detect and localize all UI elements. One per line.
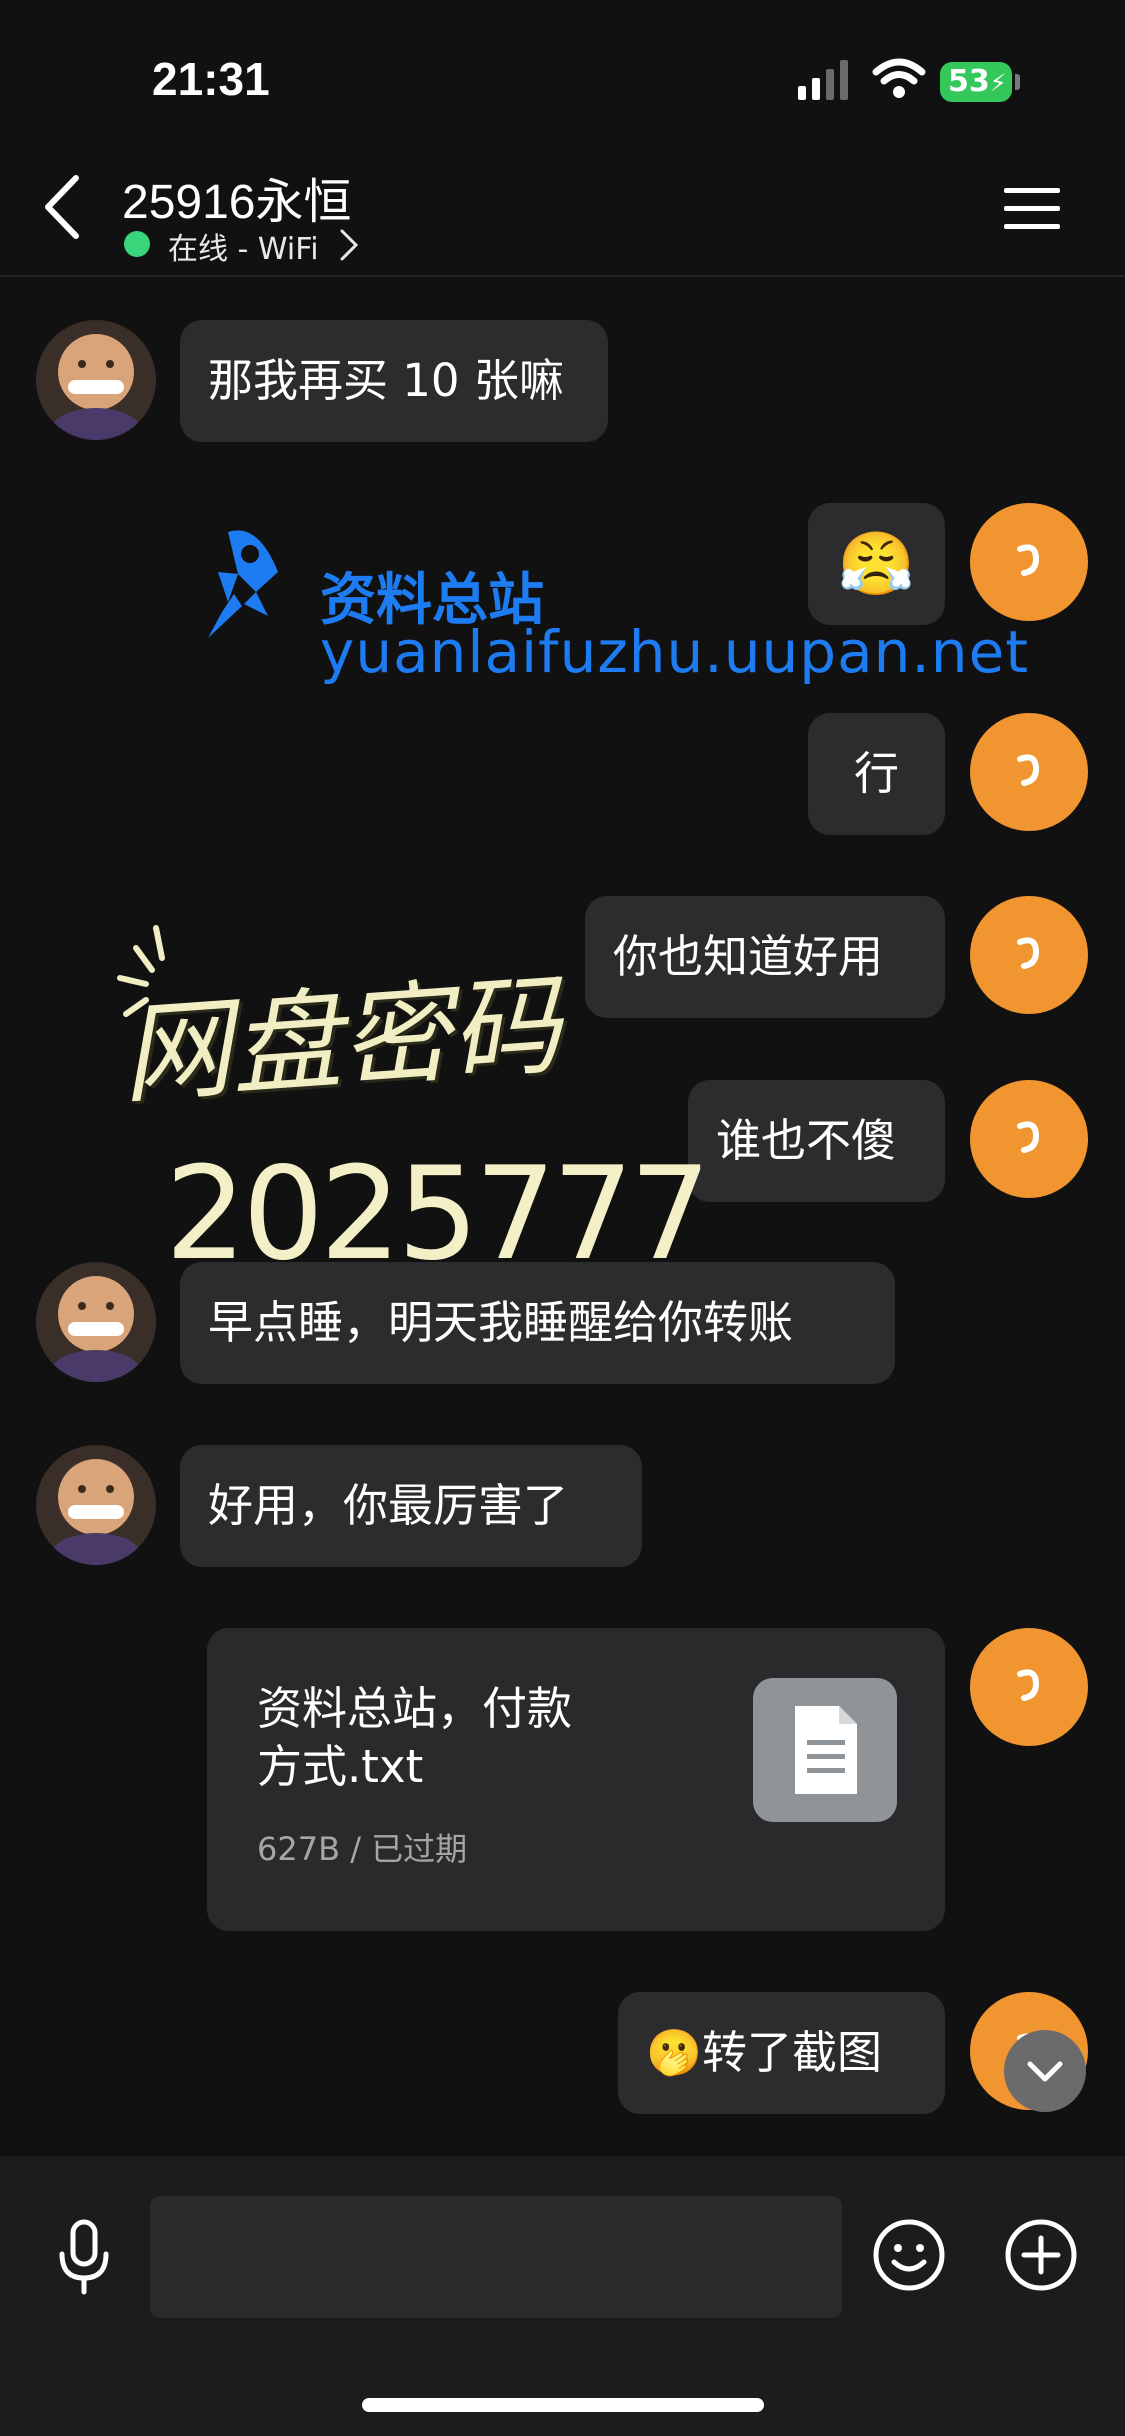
- chevron-right-icon: [340, 229, 359, 261]
- contact-name[interactable]: 25916永恒: [122, 162, 351, 232]
- my-avatar[interactable]: [970, 713, 1088, 831]
- contact-avatar[interactable]: [36, 1445, 156, 1565]
- mic-icon[interactable]: [54, 2218, 114, 2298]
- battery-indicator: 53⚡: [940, 62, 1020, 102]
- message-bubble[interactable]: 谁也不傻: [688, 1080, 945, 1202]
- message-text: 早点睡，明天我睡醒给你转账: [208, 1296, 794, 1349]
- sparkle-decoration-icon: [117, 925, 165, 1017]
- message-text: 🫢转了截图: [646, 2026, 883, 2079]
- online-status-dot: [124, 231, 150, 257]
- message-bubble[interactable]: 那我再买 10 张嘛: [180, 320, 608, 442]
- watermark-url: yuanlaifuzhu.uupan.net: [320, 618, 1029, 686]
- message-bubble[interactable]: 行: [808, 713, 945, 835]
- scroll-to-bottom-button[interactable]: [1004, 2030, 1086, 2112]
- my-avatar[interactable]: [970, 1080, 1088, 1198]
- back-icon[interactable]: [40, 172, 84, 242]
- file-name: 资料总站，付款 方式.txt: [257, 1682, 573, 1793]
- file-message-card[interactable]: 资料总站，付款 方式.txt 627B / 已过期: [207, 1628, 945, 1931]
- my-avatar[interactable]: [970, 1628, 1088, 1746]
- signal-icon: [798, 58, 856, 100]
- plus-icon[interactable]: [1004, 2218, 1078, 2292]
- message-bubble[interactable]: 好用，你最厉害了: [180, 1445, 642, 1567]
- message-text: 你也知道好用: [613, 930, 884, 983]
- chevron-down-icon: [1027, 2061, 1063, 2082]
- status-time: 21:31: [152, 53, 270, 105]
- watermark-password-value: 2025777: [165, 1140, 711, 1289]
- message-text: 那我再买 10 张嘛: [208, 354, 564, 407]
- contact-avatar[interactable]: [36, 320, 156, 440]
- message-emoji: 😤: [837, 527, 916, 600]
- message-bubble[interactable]: 🫢转了截图: [618, 1992, 945, 2114]
- contact-avatar[interactable]: [36, 1262, 156, 1382]
- message-text: 好用，你最厉害了: [208, 1479, 569, 1532]
- message-bubble[interactable]: 你也知道好用: [585, 896, 945, 1018]
- message-bubble[interactable]: 😤: [808, 503, 945, 625]
- header-divider: [0, 275, 1125, 277]
- my-avatar[interactable]: [970, 503, 1088, 621]
- emoji-icon[interactable]: [872, 2218, 946, 2292]
- message-text: 谁也不傻: [716, 1114, 897, 1167]
- home-indicator: [362, 2398, 764, 2412]
- file-meta: 627B / 已过期: [257, 1830, 468, 1868]
- message-input[interactable]: [150, 2196, 842, 2318]
- battery-level: 53: [948, 64, 990, 99]
- my-avatar[interactable]: [970, 896, 1088, 1014]
- rocket-logo-icon: [208, 530, 278, 638]
- wifi-icon: [872, 58, 926, 98]
- file-icon: [753, 1678, 897, 1822]
- menu-icon[interactable]: [1004, 186, 1060, 232]
- connection-status[interactable]: 在线 - WiFi: [168, 224, 319, 268]
- message-text: 行: [853, 747, 899, 800]
